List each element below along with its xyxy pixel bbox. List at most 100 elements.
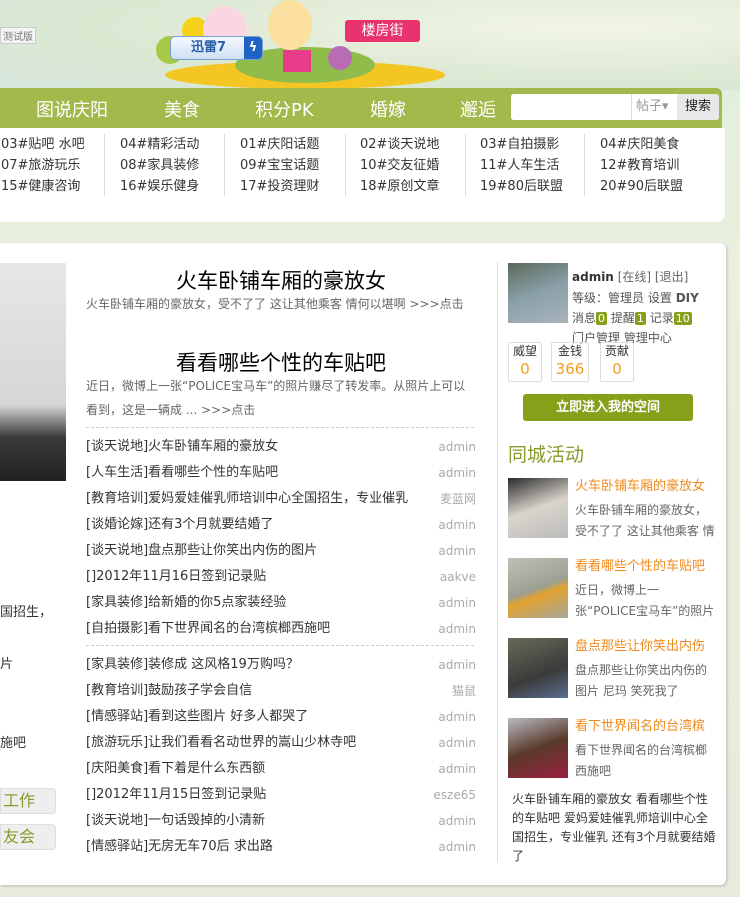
thread-title[interactable]: [谈天说地]盘点那些让你笑出内伤的图片 — [86, 538, 436, 564]
divider — [104, 134, 105, 196]
nav-item-food[interactable]: 美食 — [164, 96, 200, 122]
category-column: 04#庆阳美食 12#教育培训 20#90后联盟 — [600, 134, 683, 198]
xunlei-ad[interactable]: 迅雷7 ϟ — [170, 36, 263, 60]
thread-author[interactable]: admin — [438, 808, 476, 834]
nav-item-tushuo[interactable]: 图说庆阳 — [36, 96, 108, 122]
activity-thumbnail[interactable] — [508, 638, 568, 698]
enter-space-button[interactable]: 立即进入我的空间 — [523, 394, 693, 421]
loufang-link[interactable]: 楼房街 — [345, 20, 420, 42]
thread-author[interactable]: admin — [438, 434, 476, 460]
thread-title[interactable]: []2012年11月16日签到记录贴 — [86, 564, 436, 590]
category-link[interactable]: 11#人车生活 — [480, 155, 563, 176]
more-link[interactable]: >>>点击 — [409, 297, 463, 311]
thread-author[interactable]: admin — [438, 756, 476, 782]
activity-title[interactable]: 看看哪些个性的车贴吧 — [575, 555, 720, 574]
thread-author[interactable]: admin — [438, 460, 476, 486]
activity-thumbnail[interactable] — [508, 558, 568, 618]
left-fragment-text: 片 — [0, 657, 14, 672]
category-link[interactable]: 08#家具装修 — [120, 155, 199, 176]
activity-thumbnail[interactable] — [508, 718, 568, 778]
thread-row: [人车生活]看看哪些个性的车贴吧 admin — [86, 460, 476, 486]
records-link[interactable]: 记录 — [650, 311, 674, 325]
thread-title[interactable]: [家具装修]装修成 这风格19万购吗？ — [86, 652, 436, 678]
search-input[interactable] — [511, 94, 631, 120]
thread-title[interactable]: [教育培训]鼓励孩子学会自信 — [86, 678, 436, 704]
category-column: 04#精彩活动 08#家具装修 16#娱乐健身 — [120, 134, 199, 198]
slideshow-image[interactable] — [0, 263, 66, 481]
thread-author[interactable]: aakve — [440, 564, 476, 590]
category-link[interactable]: 04#精彩活动 — [120, 134, 199, 155]
category-link[interactable]: 19#80后联盟 — [480, 176, 563, 197]
category-column: 03#贴吧 水吧 07#旅游玩乐 15#健康咨询 — [1, 134, 85, 198]
thread-author[interactable]: admin — [438, 590, 476, 616]
logout-link[interactable]: [退出] — [655, 270, 688, 284]
thread-author[interactable]: admin — [438, 652, 476, 678]
user-avatar[interactable] — [508, 263, 568, 323]
settings-link[interactable]: 设置 — [648, 291, 672, 305]
category-link[interactable]: 03#贴吧 水吧 — [1, 134, 85, 155]
thread-title[interactable]: [谈天说地]火车卧铺车厢的豪放女 — [86, 434, 436, 460]
divider — [224, 134, 225, 196]
category-link[interactable]: 20#90后联盟 — [600, 176, 683, 197]
divider — [584, 134, 585, 196]
left-fragment-button[interactable]: 友会 — [0, 824, 56, 850]
category-link[interactable]: 15#健康咨询 — [1, 176, 85, 197]
thread-author[interactable]: esze65 — [433, 782, 476, 808]
category-link[interactable]: 17#投资理财 — [240, 176, 319, 197]
thread-author[interactable]: admin — [438, 616, 476, 642]
activity-desc: 盘点那些让你笑出内伤的图片 尼玛 笑死我了 — [575, 663, 708, 698]
category-link[interactable]: 07#旅游玩乐 — [1, 155, 85, 176]
nav-item-wedding[interactable]: 婚嫁 — [370, 96, 406, 122]
thread-author[interactable]: admin — [438, 730, 476, 756]
thread-author[interactable]: admin — [438, 538, 476, 564]
thread-author[interactable]: 猫鼠 — [452, 678, 476, 704]
category-link[interactable]: 02#谈天说地 — [360, 134, 439, 155]
category-link[interactable]: 09#宝宝话题 — [240, 155, 319, 176]
stat-contribution: 贡献 0 — [600, 342, 634, 382]
thread-author[interactable]: admin — [438, 704, 476, 730]
left-fragment-button[interactable]: 工作 — [0, 788, 56, 814]
messages-link[interactable]: 消息 — [572, 311, 596, 325]
left-fragment-text: 国招生， — [0, 605, 53, 620]
category-link[interactable]: 04#庆阳美食 — [600, 134, 683, 155]
thread-title[interactable]: [人车生活]看看哪些个性的车贴吧 — [86, 460, 436, 486]
category-link[interactable]: 03#自拍摄影 — [480, 134, 563, 155]
thread-title[interactable]: [庆阳美食]看下着是什么东西额 — [86, 756, 436, 782]
divider — [86, 427, 474, 428]
username[interactable]: admin — [572, 270, 614, 284]
search-button[interactable]: 搜索 — [677, 94, 719, 120]
thread-title[interactable]: [谈天说地]一句话毁掉的小清新 — [86, 808, 436, 834]
thread-title[interactable]: [旅游玩乐]让我们看看名动世界的嵩山少林寺吧 — [86, 730, 436, 756]
category-link[interactable]: 16#娱乐健身 — [120, 176, 199, 197]
xunlei-label: 迅雷7 — [191, 40, 227, 55]
category-link[interactable]: 18#原创文章 — [360, 176, 439, 197]
thread-author[interactable]: admin — [438, 834, 476, 860]
activity-title[interactable]: 盘点那些让你笑出内伤 — [575, 635, 720, 654]
category-link[interactable]: 10#交友征婚 — [360, 155, 439, 176]
thread-title[interactable]: [教育培训]爱妈爱娃催乳师培训中心全国招生，专业催乳 — [86, 486, 436, 512]
reminders-link[interactable]: 提醒 — [611, 311, 635, 325]
diy-link[interactable]: DIY — [676, 291, 699, 305]
thread-row: [情感驿站]看到这些图片 好多人都哭了 admin — [86, 704, 476, 730]
activity-title[interactable]: 看下世界闻名的台湾槟 — [575, 715, 720, 734]
thread-title[interactable]: [谈婚论嫁]还有3个月就要结婚了 — [86, 512, 436, 538]
thread-author[interactable]: admin — [438, 512, 476, 538]
activity-thumbnail[interactable] — [508, 478, 568, 538]
thread-title[interactable]: [情感驿站]无房无车70后 求出路 — [86, 834, 436, 860]
category-link[interactable]: 01#庆阳话题 — [240, 134, 319, 155]
search-type-select[interactable]: 帖子▾ — [631, 94, 677, 120]
thread-title[interactable]: [家具装修]给新婚的你5点家装经验 — [86, 590, 436, 616]
headline-title[interactable]: 火车卧铺车厢的豪放女 — [86, 265, 476, 295]
thread-title[interactable]: [自拍摄影]看下世界闻名的台湾槟榔西施吧 — [86, 616, 436, 642]
thread-row: [家具装修]装修成 这风格19万购吗？ admin — [86, 652, 476, 678]
headline-title[interactable]: 看看哪些个性的车贴吧 — [86, 347, 476, 377]
thread-title[interactable]: []2012年11月15日签到记录贴 — [86, 782, 436, 808]
thread-title[interactable]: [情感驿站]看到这些图片 好多人都哭了 — [86, 704, 436, 730]
category-column: 02#谈天说地 10#交友征婚 18#原创文章 — [360, 134, 439, 198]
category-link[interactable]: 12#教育培训 — [600, 155, 683, 176]
nav-item-points-pk[interactable]: 积分PK — [255, 96, 314, 122]
nav-item-encounter[interactable]: 邂逅 — [460, 96, 496, 122]
activity-title[interactable]: 火车卧铺车厢的豪放女 — [575, 475, 720, 494]
more-link[interactable]: >>>点击 — [201, 403, 255, 417]
thread-author[interactable]: 麦蓝网 — [440, 486, 476, 512]
